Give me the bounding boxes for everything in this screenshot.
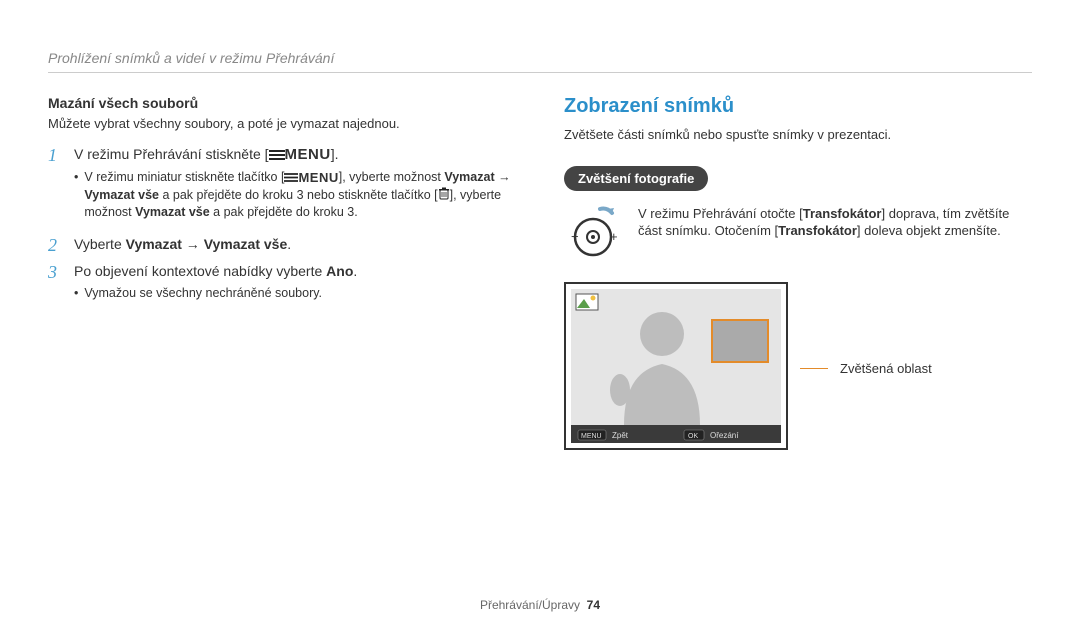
step1-bullet: V režimu miniatur stiskněte tlačítko [ ME…: [74, 169, 516, 221]
t: .: [287, 236, 291, 252]
step-3: 3 Po objevení kontextové nabídky vyberte…: [48, 262, 516, 310]
screen-crop-label: Ořezání: [710, 431, 739, 440]
t: a pak přejděte do kroku 3 nebo stiskněte…: [159, 188, 438, 202]
pill-zoom-photo: Zvětšení fotografie: [564, 166, 708, 191]
t: ], vyberte možnost: [339, 170, 445, 184]
screen-menu-label: MENU: [581, 433, 602, 440]
t: ] doleva objekt zmenšíte.: [857, 223, 1001, 238]
svg-text:+: +: [610, 229, 618, 244]
t: Vymazat vše: [84, 188, 159, 202]
right-column: Zobrazení snímků Zvětšete části snímků n…: [564, 95, 1032, 455]
svg-text:−: −: [571, 229, 579, 244]
step-2: 2 Vyberte Vymazat → Vymazat vše.: [48, 235, 516, 256]
t: Ano: [326, 263, 353, 279]
t: →: [182, 236, 204, 252]
leader-line: [800, 368, 828, 369]
left-column: Mazání všech souborů Můžete vybrat všech…: [48, 95, 516, 455]
t: Vyberte: [74, 236, 126, 252]
menu-icon: MENU: [269, 145, 331, 165]
step-number: 2: [48, 235, 62, 256]
step-body: V režimu Přehrávání stiskněte [ MENU]. V …: [74, 145, 516, 230]
step1-bullets: V režimu miniatur stiskněte tlačítko [ ME…: [74, 169, 516, 221]
section-title-delete-all: Mazání všech souborů: [48, 95, 516, 111]
menu-icon: MENU: [284, 169, 338, 187]
screen-ok-label: OK: [688, 433, 698, 440]
t: a pak přejděte do kroku 3.: [210, 205, 358, 219]
step1-text-post: ].: [331, 146, 339, 162]
step-number: 1: [48, 145, 62, 230]
menu-label: MENU: [298, 169, 338, 187]
t: Po objevení kontextové nabídky vyberte: [74, 263, 326, 279]
trash-icon: [438, 187, 450, 205]
heading-view-images: Zobrazení snímků: [564, 95, 1032, 118]
step1-text-pre: V režimu Přehrávání stiskněte [: [74, 146, 269, 162]
t: Vymazat: [444, 170, 494, 184]
divider: [48, 72, 1032, 73]
footer-page-number: 74: [587, 598, 600, 612]
t: Vymažou se všechny nechráněné soubory.: [84, 285, 322, 302]
zoom-instruction: V režimu Přehrávání otočte [Transfokátor…: [638, 205, 1032, 240]
intro-text: Můžete vybrat všechny soubory, a poté je…: [48, 115, 516, 133]
steps-list: 1 V režimu Přehrávání stiskněte [ MENU]. …: [48, 145, 516, 310]
t: .: [353, 263, 357, 279]
screen-preview-row: MENU Zpět OK Ořezání Zvětšená oblast: [564, 282, 1032, 455]
t: Vymazat: [126, 236, 182, 252]
page-footer: Přehrávání/Úpravy 74: [0, 598, 1080, 612]
content-columns: Mazání všech souborů Můžete vybrat všech…: [48, 95, 1032, 455]
t: Transfokátor: [803, 206, 882, 221]
step-1: 1 V režimu Přehrávání stiskněte [ MENU]. …: [48, 145, 516, 230]
magnified-region-label: Zvětšená oblast: [840, 361, 932, 376]
zoom-dial-icon: − +: [564, 205, 622, 268]
step-body: Vyberte Vymazat → Vymazat vše.: [74, 235, 516, 256]
step3-bullets: Vymažou se všechny nechráněné soubory.: [74, 285, 516, 302]
screen-back-label: Zpět: [612, 431, 629, 440]
step3-bullet: Vymažou se všechny nechráněné soubory.: [74, 285, 516, 302]
zoom-row: − + V režimu Přehrávání otočte [Transfok…: [564, 205, 1032, 268]
t: V režimu Přehrávání otočte [: [638, 206, 803, 221]
intro-text: Zvětšete části snímků nebo spusťte snímk…: [564, 126, 1032, 144]
t: V režimu miniatur stiskněte tlačítko [: [84, 170, 284, 184]
breadcrumb: Prohlížení snímků a videí v režimu Přehr…: [48, 50, 1032, 66]
t: Vymazat vše: [135, 205, 210, 219]
camera-screen-illustration: MENU Zpět OK Ořezání: [564, 282, 788, 455]
t: →: [495, 170, 511, 184]
menu-label: MENU: [285, 145, 331, 165]
t: Vymazat vše: [204, 236, 288, 252]
t: Transfokátor: [778, 223, 857, 238]
footer-section: Přehrávání/Úpravy: [480, 598, 580, 612]
step-body: Po objevení kontextové nabídky vyberte A…: [74, 262, 516, 310]
step-number: 3: [48, 262, 62, 310]
